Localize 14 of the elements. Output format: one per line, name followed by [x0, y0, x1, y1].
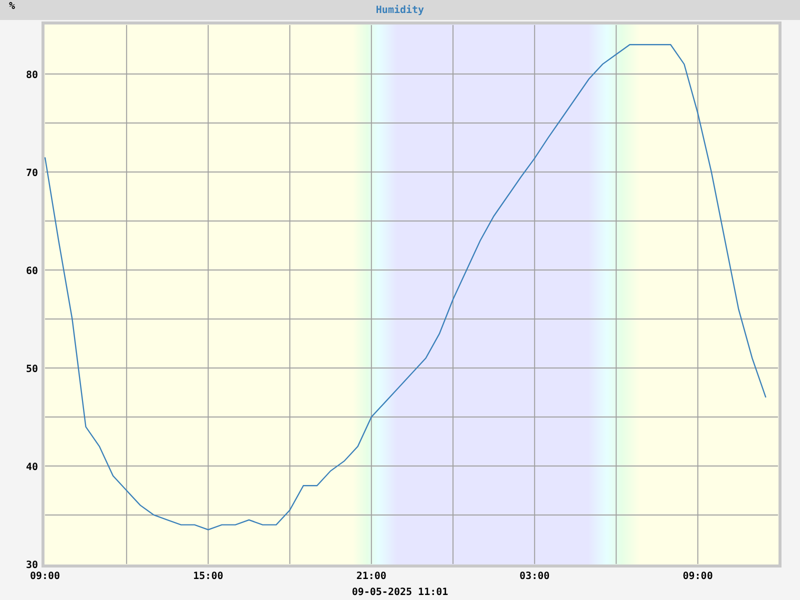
y-tick-label: 60	[26, 266, 38, 277]
x-tick-label: 03:00	[520, 571, 550, 582]
timestamp: 09-05-2025 11:01	[352, 587, 448, 598]
y-tick-label: 30	[26, 560, 38, 571]
chart-title: Humidity	[376, 4, 424, 16]
x-tick-label: 21:00	[356, 571, 386, 582]
y-tick-label: 80	[26, 70, 38, 81]
x-tick-label: 15:00	[193, 571, 224, 582]
x-tick-label: 09:00	[30, 571, 60, 582]
y-tick-label: 40	[26, 462, 38, 473]
x-tick-label: 09:00	[682, 571, 713, 582]
y-tick-label: 70	[26, 168, 38, 179]
y-tick-label: 50	[26, 364, 38, 375]
y-axis-unit: %	[9, 1, 16, 12]
